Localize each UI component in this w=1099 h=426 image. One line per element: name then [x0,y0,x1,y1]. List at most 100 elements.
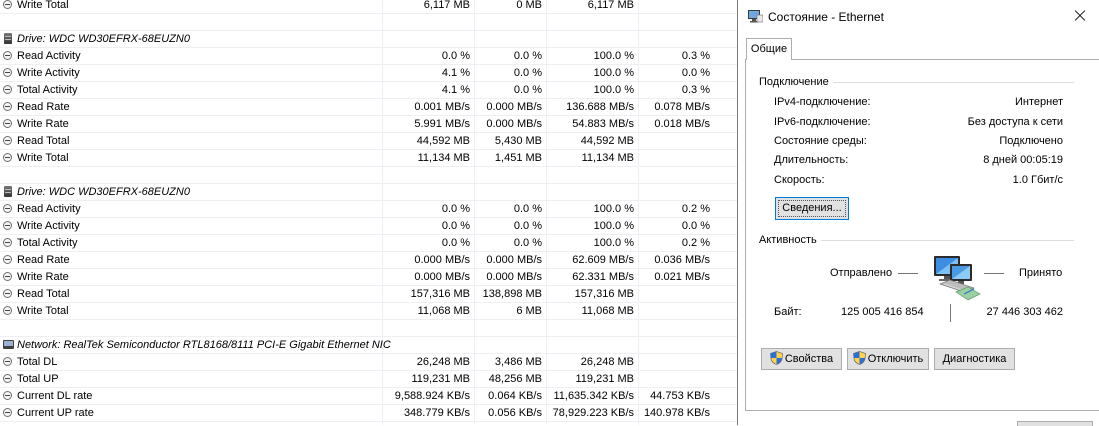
max-value: 100.0 % [593,84,634,96]
sensor-label: Write Activity [17,220,80,232]
properties-button-label: Свойства [784,353,834,365]
average-value [638,286,710,302]
sensor-row[interactable]: Write Activity 4.1 % 0.0 % 100.0 % 0.0 % [0,65,737,82]
sensor-label: Drive: WDC WD30EFRX-68EUZN0 [17,186,190,198]
sensor-row[interactable]: Write Rate 0.000 MB/s 0.000 MB/s 62.331 MB/… [0,269,737,286]
current-value: 0.000 MB/s [414,254,470,266]
sensor-label: Read Rate [17,101,70,113]
sensor-row[interactable]: Write Activity 0.0 % 0.0 % 100.0 % 0.0 % [0,218,737,235]
disable-button[interactable]: Отключить [847,348,929,370]
average-value: 0.3 % [681,50,710,62]
sensor-row[interactable]: Read Activity 0.0 % 0.0 % 100.0 % 0.3 % [0,48,737,65]
sensor-label: Current DL rate [17,390,93,402]
sensor-row[interactable]: Total Activity 4.1 % 0.0 % 100.0 % 0.3 % [0,82,737,99]
collapse-minus-icon [3,306,12,315]
sensor-row[interactable]: Current DL rate 9,588.924 KB/s 0.064 KB/s 1… [0,388,737,405]
average-value: 0.078 MB/s [654,101,710,113]
sensor-label: Total DL [17,356,58,368]
min-value: 0.000 MB/s [486,101,542,113]
sensor-row[interactable]: Read Activity 0.0 % 0.0 % 100.0 % 0.2 % [0,201,737,218]
collapse-minus-icon [3,204,12,213]
current-value: 0.0 % [441,50,470,62]
current-value: 44,592 MB [416,135,470,147]
duration-label: Длительность: [774,154,849,166]
drive-group-row[interactable]: Drive: WDC WD30EFRX-68EUZN0 [0,184,737,201]
max-value: 100.0 % [593,220,634,232]
current-value: 26,248 MB [416,356,470,368]
min-value: 1,451 MB [494,152,542,164]
current-value: 0.000 MB/s [414,271,470,283]
collapse-minus-icon [3,255,12,264]
average-value: 0.3 % [681,84,710,96]
average-value: 0.036 MB/s [654,254,710,266]
sensor-label: Read Total [17,288,70,300]
collapse-minus-icon [3,221,12,230]
sensor-row[interactable]: Total DL 26,248 MB 3,486 MB 26,248 MB [0,354,737,371]
collapse-minus-icon [3,238,12,247]
sensor-row[interactable]: Write Rate 5.991 MB/s 0.000 MB/s 54.883 MB/… [0,116,737,133]
sensor-label: Write Rate [17,118,69,130]
bytes-received-value: 27 446 303 462 [986,306,1063,318]
dialog-title: Состояние - Ethernet [768,10,884,24]
sensor-row[interactable]: Current UP rate 348.779 KB/s 0.056 KB/s 78,… [0,405,737,422]
hard-drive-icon [4,186,12,197]
network-group-row[interactable]: Network: RealTek Semiconductor RTL8168/8… [0,337,737,354]
max-value: 11,635.342 KB/s [553,390,634,402]
max-value: 119,231 MB [575,373,634,385]
title-bar[interactable]: Состояние - Ethernet [738,0,1099,32]
details-button-label: Сведения... [778,200,846,217]
received-connector [984,273,1004,274]
sensor-row[interactable]: Total Activity 0.0 % 0.0 % 100.0 % 0.2 % [0,235,737,252]
sensor-row[interactable]: Write Total 6,117 MB 0 MB 6,117 MB [0,0,737,14]
media-state-label: Состояние среды: [774,135,867,147]
sensor-row[interactable]: Read Rate 0.001 MB/s 0.000 MB/s 136.688 MB/… [0,99,737,116]
current-value: 157,316 MB [410,288,470,300]
collapse-minus-icon [3,119,12,128]
average-value [638,133,710,149]
sensor-row[interactable]: Total UP 119,231 MB 48,256 MB 119,231 MB [0,371,737,388]
average-value [638,371,710,387]
max-value: 26,248 MB [580,356,634,368]
current-value: 11,134 MB [417,152,470,164]
collapse-minus-icon [3,391,12,400]
details-button[interactable]: Сведения... [775,197,849,220]
media-state-value: Подключено [999,135,1063,147]
min-value: 5,430 MB [494,135,542,147]
max-value: 62.609 MB/s [572,254,634,266]
collapse-minus-icon [3,153,12,162]
close-dialog-button-edge[interactable] [1017,421,1093,426]
collapse-minus-icon [3,374,12,383]
sensor-label: Write Total [17,0,69,11]
drive-group-row[interactable]: Drive: WDC WD30EFRX-68EUZN0 [0,31,737,48]
hard-drive-icon [4,33,12,44]
collapse-minus-icon [3,0,12,9]
bytes-label: Байт: [774,306,802,318]
average-value: 140.978 KB/s [643,407,710,419]
sensor-row[interactable]: Read Rate 0.000 MB/s 0.000 MB/s 62.609 MB/s… [0,252,737,269]
properties-button[interactable]: Свойства [761,348,842,370]
sensor-row[interactable]: Read Total 157,316 MB 138,898 MB 157,316 MB [0,286,737,303]
sensor-row[interactable]: Read Total 44,592 MB 5,430 MB 44,592 MB [0,133,737,150]
current-value: 119,231 MB [411,373,470,385]
max-value: 44,592 MB [580,135,634,147]
sensor-row[interactable]: Write Total 11,134 MB 1,451 MB 11,134 MB [0,150,737,167]
sensor-label: Write Activity [17,67,80,79]
tab-general[interactable]: Общие [746,38,792,60]
average-value [638,150,710,166]
current-value: 0.0 % [441,220,470,232]
received-label: Принято [1019,267,1063,279]
sensor-label: Total UP [17,373,59,385]
duration-value: 8 дней 00:05:19 [983,154,1063,166]
sensor-row[interactable]: Write Total 11,068 MB 6 MB 11,068 MB [0,303,737,320]
ipv4-label: IPv4-подключение: [774,96,871,108]
average-value: 0.018 MB/s [654,118,710,130]
max-value: 62.331 MB/s [572,271,634,283]
close-button[interactable] [1068,5,1092,27]
min-value: 6 MB [516,305,542,317]
min-value: 138,898 MB [482,288,542,300]
max-value: 100.0 % [593,237,634,249]
blank-row [0,14,737,31]
diagnose-button[interactable]: Диагностика [934,348,1015,370]
sensor-label: Write Rate [17,271,69,283]
average-value: 44.753 KB/s [650,390,710,402]
